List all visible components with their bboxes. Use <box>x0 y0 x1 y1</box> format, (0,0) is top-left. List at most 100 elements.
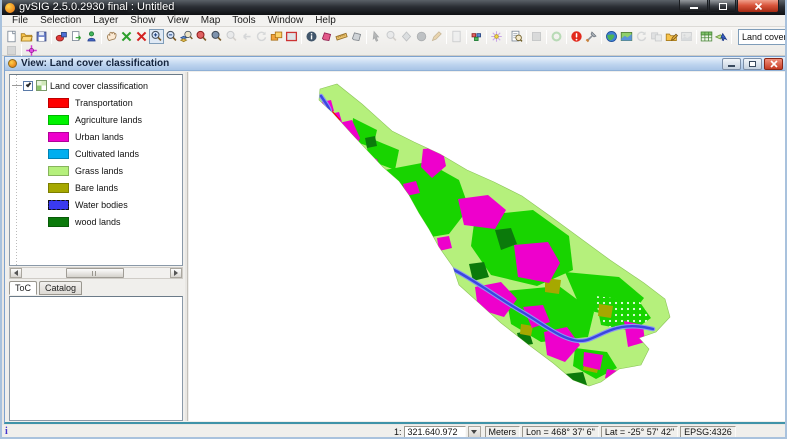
image-layer-icon[interactable] <box>619 29 634 44</box>
layer-tree-root[interactable]: Land cover classification <box>12 79 148 92</box>
toc-horizontal-scrollbar[interactable] <box>9 267 183 279</box>
symbology-icon[interactable] <box>489 29 504 44</box>
edit-project-icon[interactable] <box>664 29 679 44</box>
legend-swatch <box>48 115 69 125</box>
zoom-extent-icon[interactable] <box>119 29 134 44</box>
legend-item[interactable]: Bare lands <box>48 181 118 194</box>
zoom-selection-icon[interactable] <box>194 29 209 44</box>
export-document-icon[interactable] <box>449 29 464 44</box>
map-canvas[interactable] <box>307 78 677 393</box>
toolbar-separator <box>466 30 467 44</box>
legend-item[interactable]: Transportation <box>48 96 133 109</box>
pan-tool-icon[interactable] <box>104 29 119 44</box>
new-document-icon[interactable] <box>4 29 19 44</box>
search-document-icon[interactable] <box>509 29 524 44</box>
layer-selector-combobox[interactable]: Land cover classification <box>738 29 787 45</box>
scale-dropdown-button[interactable] <box>468 426 481 438</box>
legend-item[interactable]: Urban lands <box>48 130 124 143</box>
window-titlebar: gvSIG 2.5.0.2930 final : Untitled <box>2 0 785 15</box>
menu-view[interactable]: View <box>161 15 195 27</box>
menu-tools[interactable]: Tools <box>226 15 261 27</box>
minimize-icon <box>690 7 698 9</box>
toolbar-separator <box>486 30 487 44</box>
legend-item[interactable]: Water bodies <box>48 198 128 211</box>
layer-name: Land cover classification <box>50 81 148 91</box>
view-minimize-button[interactable] <box>722 58 741 70</box>
layer-visibility-checkbox[interactable] <box>23 81 33 91</box>
clear-zoom-icon[interactable] <box>134 29 149 44</box>
refresh-view-icon[interactable] <box>634 29 649 44</box>
info-by-point-icon[interactable] <box>304 29 319 44</box>
view-restore-button[interactable] <box>743 58 762 70</box>
close-icon <box>770 60 778 68</box>
toolbar-separator <box>731 30 732 44</box>
snapshot-icon[interactable] <box>679 29 694 44</box>
measure-distance-icon[interactable] <box>334 29 349 44</box>
geoprocessing-icon[interactable] <box>699 29 714 44</box>
color-table-icon[interactable] <box>469 29 484 44</box>
select-by-circle-icon[interactable] <box>414 29 429 44</box>
menu-layer[interactable]: Layer <box>87 15 124 27</box>
scroll-left-button[interactable] <box>10 268 22 278</box>
tab-catalog[interactable]: Catalog <box>39 281 82 295</box>
legend-label: Urban lands <box>75 132 124 142</box>
legend-swatch <box>48 149 69 159</box>
scale-prefix: 1: <box>394 427 402 437</box>
stop-drawing-icon[interactable] <box>529 29 544 44</box>
scrollbar-track[interactable] <box>22 268 170 278</box>
select-by-line-icon[interactable] <box>429 29 444 44</box>
legend-item[interactable]: Agriculture lands <box>48 113 142 126</box>
zoom-in-icon[interactable] <box>149 29 164 44</box>
status-bar: i 1: 321.640.972 Meters Lon = 468° 37' 6… <box>2 425 785 439</box>
toolbar-separator <box>546 30 547 44</box>
panel-splitter[interactable] <box>185 72 188 421</box>
preferences-icon[interactable] <box>584 29 599 44</box>
web-globe-icon[interactable] <box>604 29 619 44</box>
hyperlink-icon[interactable] <box>349 29 364 44</box>
toolbar-row-1: Land cover classification <box>4 28 787 45</box>
menu-show[interactable]: Show <box>124 15 161 27</box>
minimize-button[interactable] <box>679 0 708 13</box>
open-project-icon[interactable] <box>19 29 34 44</box>
locator-icon[interactable] <box>284 29 299 44</box>
export-layer-icon[interactable] <box>69 29 84 44</box>
sync-view-icon[interactable] <box>549 29 564 44</box>
scroll-right-button[interactable] <box>170 268 182 278</box>
export-view-icon[interactable] <box>54 29 69 44</box>
legend-item[interactable]: Grass lands <box>48 164 123 177</box>
select-by-polygon-icon[interactable] <box>399 29 414 44</box>
add-layer-icon[interactable] <box>84 29 99 44</box>
measure-area-icon[interactable] <box>319 29 334 44</box>
legend-item[interactable]: Cultivated lands <box>48 147 139 160</box>
menu-selection[interactable]: Selection <box>34 15 87 27</box>
select-by-point-icon[interactable] <box>369 29 384 44</box>
menu-window[interactable]: Window <box>262 15 310 27</box>
legend-swatch <box>48 166 69 176</box>
menu-map[interactable]: Map <box>195 15 226 27</box>
error-console-icon[interactable] <box>569 29 584 44</box>
tile-windows-icon[interactable] <box>649 29 664 44</box>
zoom-manager-icon[interactable] <box>179 29 194 44</box>
scale-value-field[interactable]: 321.640.972 <box>404 426 466 438</box>
map-viewport[interactable] <box>189 72 785 421</box>
zoom-out-icon[interactable] <box>164 29 179 44</box>
close-button[interactable] <box>737 0 779 13</box>
zoom-previous-icon[interactable] <box>224 29 239 44</box>
status-cells: 1: 321.640.972 Meters Lon = 468° 37' 6" … <box>394 426 738 438</box>
layer-pointer-icon[interactable] <box>714 29 729 44</box>
nav-refresh-icon[interactable] <box>254 29 269 44</box>
menu-file[interactable]: File <box>6 15 34 27</box>
window-manager-icon[interactable] <box>269 29 284 44</box>
tab-toc[interactable]: ToC <box>9 281 37 295</box>
save-project-icon[interactable] <box>34 29 49 44</box>
view-window-titlebar[interactable]: View: Land cover classification <box>5 57 786 71</box>
zoom-pixel-icon[interactable] <box>209 29 224 44</box>
nav-back-icon[interactable] <box>239 29 254 44</box>
select-by-rectangle-icon[interactable] <box>384 29 399 44</box>
scrollbar-thumb[interactable] <box>66 268 124 278</box>
legend-item[interactable]: wood lands <box>48 215 121 228</box>
window-controls <box>678 0 779 13</box>
view-close-button[interactable] <box>764 58 783 70</box>
menu-help[interactable]: Help <box>309 15 342 27</box>
maximize-button[interactable] <box>709 0 736 13</box>
